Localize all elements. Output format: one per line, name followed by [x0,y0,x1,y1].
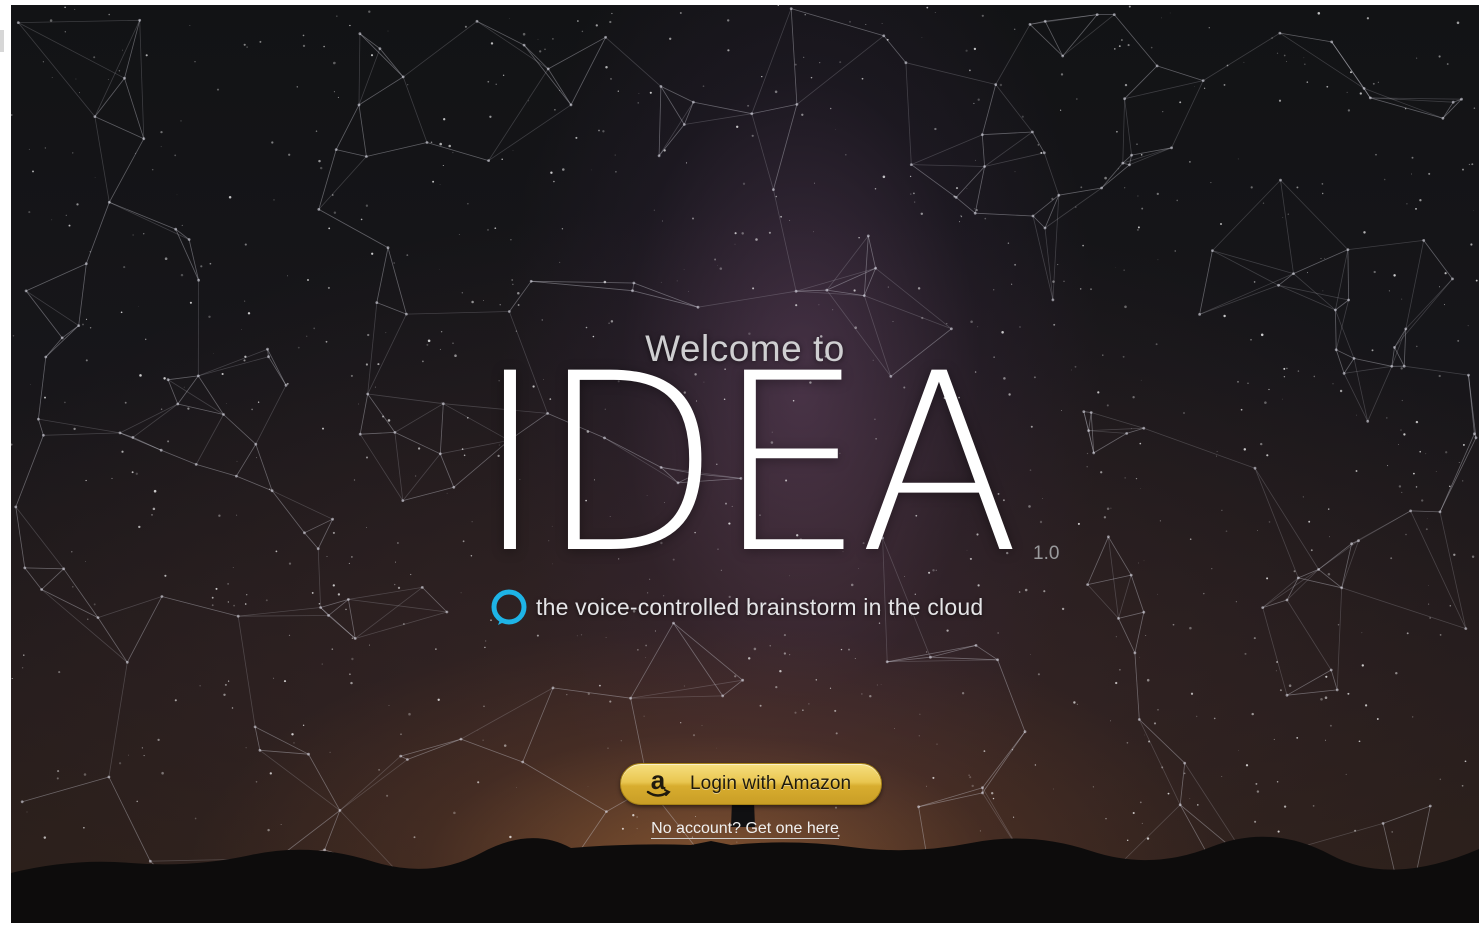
amazon-logo-icon: a [646,768,671,797]
edge-mark [0,30,4,52]
version-label: 1.0 [1033,543,1060,564]
tagline-row: the voice-controlled brainstorm in the c… [489,587,983,627]
login-screen: Welcome to IDEA 1.0 the voice-controlled… [11,5,1479,923]
signup-link[interactable]: No account? Get one here [651,820,839,839]
alexa-ring-icon [491,589,527,625]
svg-text:a: a [651,768,666,795]
signup-link-row: No account? Get one here [11,820,1479,839]
login-with-amazon-button[interactable]: a Login with Amazon [620,763,882,805]
tagline: the voice-controlled brainstorm in the c… [536,593,984,620]
app-title: IDEA [475,322,1020,608]
login-button-label: Login with Amazon [690,773,852,794]
